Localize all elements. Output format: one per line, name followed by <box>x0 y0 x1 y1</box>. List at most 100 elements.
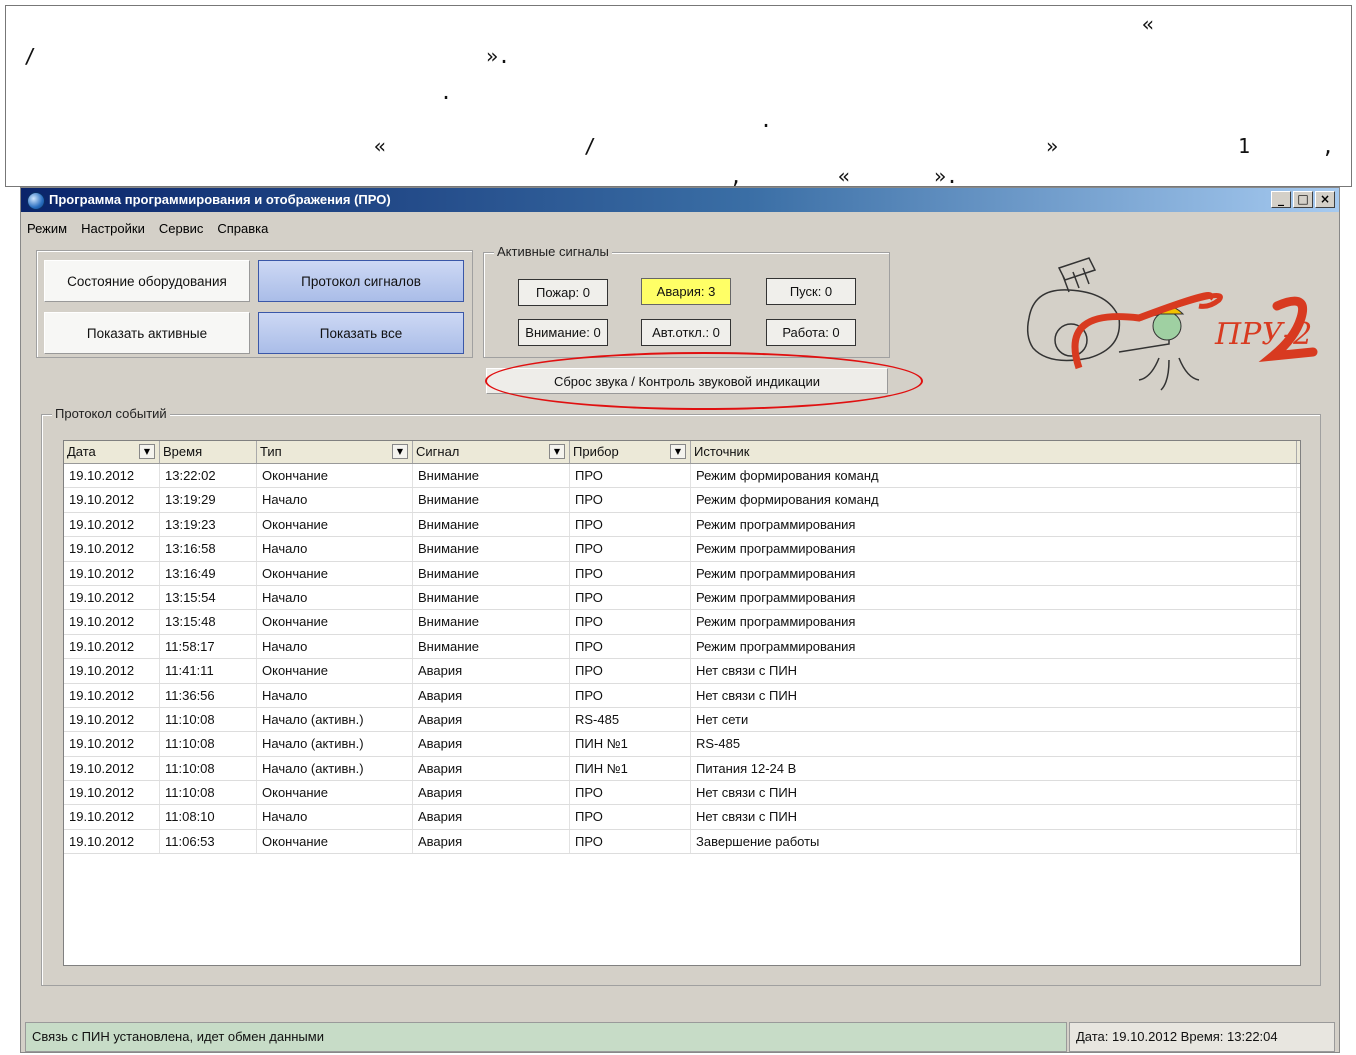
table-cell: Авария <box>413 683 570 707</box>
show-active-button[interactable]: Показать активные <box>44 312 250 354</box>
table-cell: Режим формирования команд <box>691 488 1297 512</box>
table-cell: Авария <box>413 707 570 732</box>
table-cell: Окончание <box>257 781 413 805</box>
column-header-source[interactable]: Источник <box>691 441 1297 463</box>
menu-item-settings[interactable]: Настройки <box>81 221 145 236</box>
table-cell: Режим программирования <box>691 610 1297 634</box>
table-cell: Авария <box>413 732 570 756</box>
doc-glyph: , <box>1322 134 1335 158</box>
column-header-time[interactable]: Время <box>160 441 257 463</box>
app-icon <box>27 192 45 210</box>
table-row[interactable]: 19.10.2012 11:58:17 Начало Внимание ПРО Режим… <box>64 634 1300 660</box>
doc-glyph: . <box>440 80 453 104</box>
table-cell: 11:08:10 <box>160 805 257 829</box>
column-header-signal[interactable]: Сигнал ▼ <box>413 441 570 463</box>
table-row[interactable]: 19.10.2012 13:19:23 Окончание Внимание ПРО Ре… <box>64 512 1300 538</box>
maximize-button[interactable]: □ <box>1293 191 1313 208</box>
table-cell: Начало <box>257 805 413 829</box>
column-header-type[interactable]: Тип ▼ <box>257 441 413 463</box>
menu-item-mode[interactable]: Режим <box>27 221 67 236</box>
table-cell: 13:16:49 <box>160 561 257 585</box>
show-all-button[interactable]: Показать все <box>258 312 464 354</box>
table-cell: 13:15:48 <box>160 610 257 634</box>
dropdown-arrow-icon[interactable]: ▼ <box>392 444 408 459</box>
work-counter-button[interactable]: Работа: 0 <box>766 319 856 346</box>
column-header-date[interactable]: Дата ▼ <box>64 441 160 463</box>
attention-counter-button[interactable]: Внимание: 0 <box>518 319 608 346</box>
table-row[interactable]: 19.10.2012 13:22:02 Окончание Внимание ПРО Ре… <box>64 464 1300 489</box>
table-cell: Внимание <box>413 610 570 634</box>
close-button[interactable]: × <box>1315 191 1335 208</box>
column-header-device[interactable]: Прибор ▼ <box>570 441 691 463</box>
table-cell: Режим программирования <box>691 537 1297 561</box>
menu-item-help[interactable]: Справка <box>217 221 268 236</box>
table-cell: ПРО <box>570 585 691 610</box>
alarm-counter-button[interactable]: Авария: 3 <box>641 278 731 305</box>
table-cell: Начало (активн.) <box>257 732 413 756</box>
table-cell: 19.10.2012 <box>64 683 160 707</box>
table-cell: Окончание <box>257 610 413 634</box>
auto-off-counter-button[interactable]: Авт.откл.: 0 <box>641 319 731 346</box>
highlight-ellipse <box>485 352 923 410</box>
window-controls: _ □ × <box>1271 191 1335 208</box>
table-cell: 11:36:56 <box>160 683 257 707</box>
table-row[interactable]: 19.10.2012 13:15:54 Начало Внимание ПРО Режим… <box>64 585 1300 611</box>
table-cell: 19.10.2012 <box>64 610 160 634</box>
table-cell: 11:10:08 <box>160 781 257 805</box>
table-cell: Нет сети <box>691 707 1297 732</box>
table-cell: 11:06:53 <box>160 829 257 854</box>
table-row[interactable]: 19.10.2012 13:19:29 Начало Внимание ПРО Режим… <box>64 488 1300 513</box>
dropdown-arrow-icon[interactable]: ▼ <box>139 444 155 459</box>
table-row[interactable]: 19.10.2012 13:15:48 Окончание Внимание ПРО Ре… <box>64 610 1300 635</box>
table-cell: 19.10.2012 <box>64 537 160 561</box>
table-cell: ПИН №1 <box>570 756 691 781</box>
dropdown-arrow-icon[interactable]: ▼ <box>670 444 686 459</box>
table-row[interactable]: 19.10.2012 11:10:08 Начало (активн.) Авария… <box>64 756 1300 782</box>
menu-item-service[interactable]: Сервис <box>159 221 204 236</box>
dropdown-arrow-icon[interactable]: ▼ <box>549 444 565 459</box>
title-bar[interactable]: Программа программирования и отображения… <box>21 188 1339 212</box>
table-cell: 19.10.2012 <box>64 488 160 512</box>
table-cell: Авария <box>413 756 570 781</box>
equipment-state-button[interactable]: Состояние оборудования <box>44 260 250 302</box>
doc-glyph: « <box>374 134 387 158</box>
minimize-button[interactable]: _ <box>1271 191 1291 208</box>
doc-glyph: / <box>24 44 37 68</box>
table-cell: 19.10.2012 <box>64 464 160 488</box>
table-cell: Внимание <box>413 488 570 512</box>
table-row[interactable]: 19.10.2012 11:08:10 Начало Авария ПРО Нет свя… <box>64 805 1300 830</box>
table-cell: Внимание <box>413 634 570 659</box>
table-cell: 11:10:08 <box>160 756 257 781</box>
table-body: 19.10.2012 13:22:02 Окончание Внимание ПРО Ре… <box>64 464 1300 855</box>
table-cell: Начало <box>257 585 413 610</box>
table-cell: Режим программирования <box>691 561 1297 585</box>
table-cell: Нет связи с ПИН <box>691 805 1297 829</box>
signal-protocol-button[interactable]: Протокол сигналов <box>258 260 464 302</box>
table-row[interactable]: 19.10.2012 11:06:53 Окончание Авария ПРО Заве… <box>64 829 1300 855</box>
table-cell: Питания 12-24 В <box>691 756 1297 781</box>
table-cell: Окончание <box>257 512 413 537</box>
table-cell: 19.10.2012 <box>64 829 160 854</box>
doc-glyph: « <box>1142 12 1155 36</box>
table-cell: Начало <box>257 537 413 561</box>
table-row[interactable]: 19.10.2012 11:10:08 Начало (активн.) Авария… <box>64 732 1300 757</box>
table-cell: ПРО <box>570 781 691 805</box>
table-row[interactable]: 19.10.2012 11:10:08 Начало (активн.) Авария… <box>64 707 1300 733</box>
fire-counter-button[interactable]: Пожар: 0 <box>518 279 608 306</box>
status-bar-message: Связь с ПИН установлена, идет обмен данн… <box>25 1022 1067 1052</box>
table-row[interactable]: 19.10.2012 11:36:56 Начало Авария ПРО Нет свя… <box>64 683 1300 708</box>
table-row[interactable]: 19.10.2012 11:10:08 Окончание Авария ПРО Нет … <box>64 781 1300 806</box>
table-row[interactable]: 19.10.2012 13:16:58 Начало Внимание ПРО Режим… <box>64 537 1300 562</box>
table-row[interactable]: 19.10.2012 11:41:11 Окончание Авария ПРО Нет … <box>64 659 1300 684</box>
table-cell: Авария <box>413 781 570 805</box>
table-cell: ПРО <box>570 659 691 683</box>
table-cell: Начало <box>257 634 413 659</box>
table-cell: Внимание <box>413 464 570 488</box>
doc-glyph: ». <box>486 44 511 68</box>
table-cell: ПРО <box>570 805 691 829</box>
table-cell: 11:58:17 <box>160 634 257 659</box>
table-cell: RS-485 <box>570 707 691 732</box>
table-row[interactable]: 19.10.2012 13:16:49 Окончание Внимание ПРО Ре… <box>64 561 1300 586</box>
table-cell: Начало (активн.) <box>257 707 413 732</box>
start-counter-button[interactable]: Пуск: 0 <box>766 278 856 305</box>
